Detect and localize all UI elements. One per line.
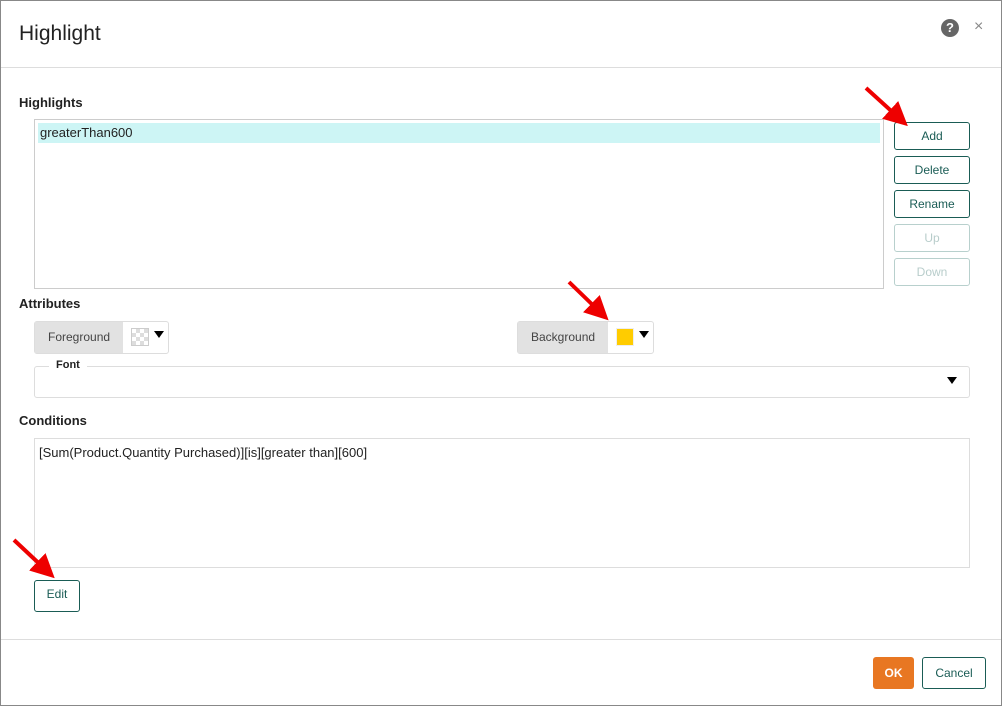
annotation-arrows: [12, 86, 908, 579]
highlight-dialog: Highlight ? × Highlights greaterThan600 …: [0, 0, 1002, 706]
arrow-icon: [864, 86, 908, 127]
arrow-icon: [12, 538, 55, 579]
arrow-icon: [567, 280, 609, 321]
